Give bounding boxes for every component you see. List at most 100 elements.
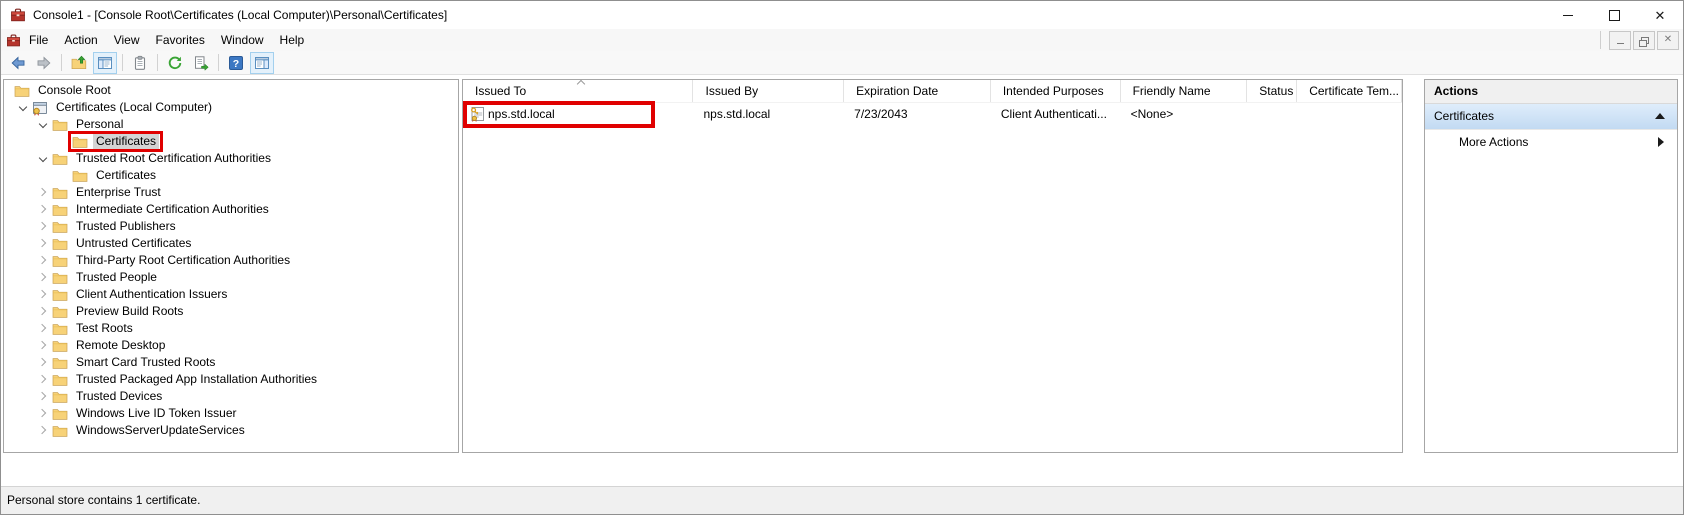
tree-item-label[interactable]: Console Root: [35, 83, 114, 98]
tree-item-content[interactable]: Test Roots: [50, 320, 138, 337]
child-restore-button[interactable]: [1633, 31, 1655, 50]
tree-item-label[interactable]: Trusted People: [73, 270, 160, 285]
chevron-collapsed-icon[interactable]: [36, 337, 50, 354]
tree-item-content[interactable]: Windows Live ID Token Issuer: [50, 405, 242, 422]
tree-item[interactable]: Intermediate Certification Authorities: [4, 201, 458, 218]
menu-favorites[interactable]: Favorites: [148, 29, 213, 51]
chevron-collapsed-icon[interactable]: [36, 252, 50, 269]
tree-item-label[interactable]: Trusted Devices: [73, 389, 165, 404]
tree-item-label[interactable]: WindowsServerUpdateServices: [73, 423, 248, 438]
console-tree[interactable]: Console Root Certificates (Local Compute…: [3, 79, 459, 453]
tree-item-label[interactable]: Windows Live ID Token Issuer: [73, 406, 240, 421]
tree-item[interactable]: Third-Party Root Certification Authoriti…: [4, 252, 458, 269]
tree-item-content[interactable]: Trusted People: [50, 269, 162, 286]
menu-action[interactable]: Action: [56, 29, 105, 51]
window-titlebar[interactable]: Console1 - [Console Root\Certificates (L…: [1, 1, 1683, 29]
tree-item[interactable]: Certificates: [4, 167, 458, 184]
tree-item-content[interactable]: Trusted Publishers: [50, 218, 181, 235]
tree-item-content[interactable]: Third-Party Root Certification Authoriti…: [50, 252, 295, 269]
tree-item-content[interactable]: Console Root: [12, 82, 116, 99]
tree-item[interactable]: Client Authentication Issuers: [4, 286, 458, 303]
tree-item-content[interactable]: WindowsServerUpdateServices: [50, 422, 250, 439]
up-one-level-button[interactable]: [67, 52, 91, 74]
tree-item[interactable]: Trusted Devices: [4, 388, 458, 405]
tree-item[interactable]: Test Roots: [4, 320, 458, 337]
tree-item-label[interactable]: Intermediate Certification Authorities: [73, 202, 272, 217]
menu-file[interactable]: File: [21, 29, 56, 51]
tree-item-content[interactable]: Trusted Devices: [50, 388, 167, 405]
column-header[interactable]: Intended Purposes: [991, 80, 1121, 102]
chevron-collapsed-icon[interactable]: [36, 422, 50, 439]
tree-item[interactable]: Console Root: [4, 82, 458, 99]
tree-item-content[interactable]: Trusted Packaged App Installation Author…: [50, 371, 322, 388]
tree-item[interactable]: Windows Live ID Token Issuer: [4, 405, 458, 422]
tree-item-label[interactable]: Third-Party Root Certification Authoriti…: [73, 253, 293, 268]
tree-item[interactable]: Trusted Publishers: [4, 218, 458, 235]
tree-item-content[interactable]: Certificates (Local Computer): [30, 99, 217, 116]
close-button[interactable]: ✕: [1637, 1, 1683, 29]
column-header[interactable]: Issued To: [463, 80, 693, 102]
tree-item-content[interactable]: Smart Card Trusted Roots: [50, 354, 220, 371]
tree-item-content[interactable]: Certificates: [70, 133, 161, 150]
tree-item[interactable]: Trusted Packaged App Installation Author…: [4, 371, 458, 388]
tree-item[interactable]: Trusted People: [4, 269, 458, 286]
tree-item-label[interactable]: Test Roots: [73, 321, 136, 336]
chevron-collapsed-icon[interactable]: [36, 269, 50, 286]
help-button[interactable]: ?: [224, 52, 248, 74]
tree-item-content[interactable]: Client Authentication Issuers: [50, 286, 232, 303]
chevron-collapsed-icon[interactable]: [36, 184, 50, 201]
column-header[interactable]: Expiration Date: [844, 80, 991, 102]
tree-item-content[interactable]: Preview Build Roots: [50, 303, 188, 320]
tree-item[interactable]: Enterprise Trust: [4, 184, 458, 201]
more-actions-item[interactable]: More Actions: [1425, 130, 1677, 154]
tree-item[interactable]: Remote Desktop: [4, 337, 458, 354]
tree-item[interactable]: Certificates (Local Computer): [4, 99, 458, 116]
tree-item-label[interactable]: Trusted Root Certification Authorities: [73, 151, 274, 166]
export-list-button[interactable]: [189, 52, 213, 74]
properties-button[interactable]: [128, 52, 152, 74]
tree-item-label[interactable]: Client Authentication Issuers: [73, 287, 230, 302]
tree-item-content[interactable]: Remote Desktop: [50, 337, 170, 354]
chevron-collapsed-icon[interactable]: [36, 388, 50, 405]
chevron-collapsed-icon[interactable]: [36, 405, 50, 422]
column-header[interactable]: Issued By: [693, 80, 844, 102]
column-header[interactable]: Certificate Tem...: [1297, 80, 1402, 102]
chevron-collapsed-icon[interactable]: [36, 354, 50, 371]
chevron-collapsed-icon[interactable]: [36, 303, 50, 320]
tree-item[interactable]: Smart Card Trusted Roots: [4, 354, 458, 371]
chevron-collapsed-icon[interactable]: [36, 235, 50, 252]
tree-item[interactable]: WindowsServerUpdateServices: [4, 422, 458, 439]
child-minimize-button[interactable]: [1609, 31, 1631, 50]
tree-item-content[interactable]: Enterprise Trust: [50, 184, 166, 201]
show-hide-console-tree-button[interactable]: [93, 52, 117, 74]
tree-item-content[interactable]: Untrusted Certificates: [50, 235, 196, 252]
chevron-collapsed-icon[interactable]: [36, 201, 50, 218]
chevron-collapsed-icon[interactable]: [36, 286, 50, 303]
refresh-button[interactable]: [163, 52, 187, 74]
tree-item-label[interactable]: Certificates: [93, 168, 159, 183]
tree-item-label[interactable]: Trusted Publishers: [73, 219, 179, 234]
tree-item-label[interactable]: Enterprise Trust: [73, 185, 164, 200]
tree-item-label[interactable]: Certificates (Local Computer): [53, 100, 215, 115]
tree-item-label[interactable]: Untrusted Certificates: [73, 236, 194, 251]
actions-group-certificates[interactable]: Certificates: [1425, 104, 1677, 130]
tree-item-label[interactable]: Smart Card Trusted Roots: [73, 355, 218, 370]
show-hide-action-pane-button[interactable]: [250, 52, 274, 74]
chevron-collapsed-icon[interactable]: [36, 320, 50, 337]
menu-view[interactable]: View: [106, 29, 148, 51]
chevron-expanded-icon[interactable]: [36, 150, 50, 167]
tree-item-content[interactable]: Certificates: [70, 167, 161, 184]
tree-item-content[interactable]: Personal: [50, 116, 128, 133]
column-header[interactable]: Status: [1247, 80, 1297, 102]
tree-chevron-icon[interactable]: [56, 133, 70, 150]
column-header[interactable]: Friendly Name: [1121, 80, 1248, 102]
tree-item-label[interactable]: Trusted Packaged App Installation Author…: [73, 372, 320, 387]
tree-item-label[interactable]: Certificates: [93, 134, 159, 149]
tree-item-label[interactable]: Personal: [73, 117, 126, 132]
chevron-expanded-icon[interactable]: [36, 116, 50, 133]
tree-item-content[interactable]: Intermediate Certification Authorities: [50, 201, 274, 218]
chevron-collapsed-icon[interactable]: [36, 218, 50, 235]
tree-item-label[interactable]: Remote Desktop: [73, 338, 168, 353]
tree-item-content[interactable]: Trusted Root Certification Authorities: [50, 150, 276, 167]
tree-chevron-icon[interactable]: [56, 167, 70, 184]
